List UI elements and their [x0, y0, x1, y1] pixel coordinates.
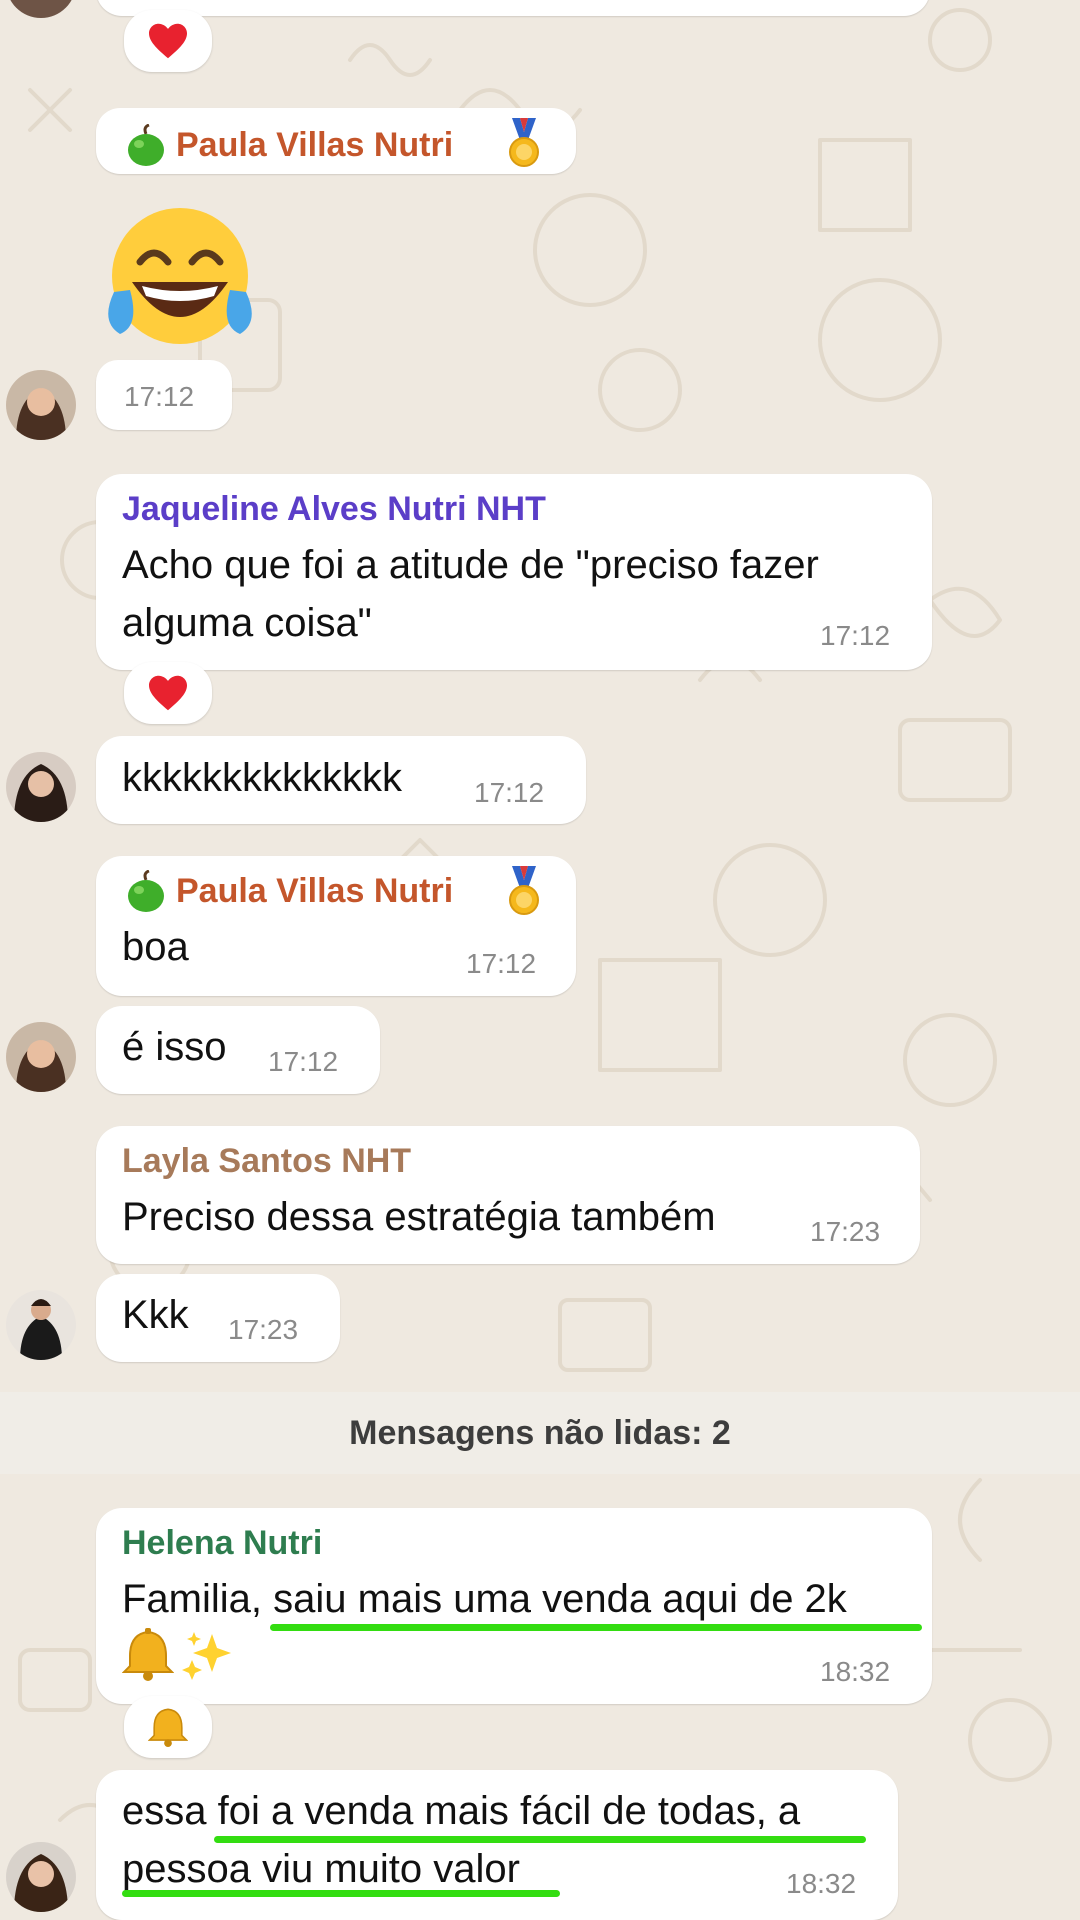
message-text: kkkkkkkkkkkkkk: [122, 756, 402, 800]
bell-reaction-icon: [148, 1708, 188, 1747]
highlight-underline: [122, 1890, 560, 1897]
apple-icon: [128, 124, 164, 166]
message-time: 18:32: [786, 1868, 857, 1899]
message-time: 17:23: [810, 1216, 881, 1247]
message-text: é isso: [122, 1025, 227, 1069]
message-text-line-1: Acho que foi a atitude de "preciso fazer: [122, 543, 819, 587]
highlight-underline: [270, 1624, 922, 1631]
avatar[interactable]: [6, 1022, 76, 1092]
unread-label: Mensagens não lidas: 2: [349, 1413, 731, 1452]
sender-name: Paula Villas Nutri: [176, 126, 454, 164]
sender-name: Helena Nutri: [122, 1524, 323, 1562]
sender-name: Paula Villas Nutri: [176, 872, 454, 910]
sparkles-emoji: [182, 1632, 231, 1680]
apple-icon: [128, 870, 164, 912]
unread-messages-divider: Mensagens não lidas: 2: [0, 1392, 1080, 1474]
message-text: Preciso dessa estratégia também: [122, 1195, 716, 1239]
sender-name: Jaqueline Alves Nutri NHT: [122, 490, 546, 528]
message-time: 18:32: [820, 1656, 891, 1687]
message-time: 17:12: [820, 620, 891, 651]
avatar[interactable]: [6, 1842, 76, 1912]
message-time: 17:12: [466, 948, 537, 979]
message-time: 17:12: [474, 777, 545, 808]
reaction-badge[interactable]: [124, 1696, 212, 1758]
message-text-line-2: alguma coisa": [122, 601, 372, 645]
avatar[interactable]: [6, 370, 76, 440]
heart-reaction-icon: [149, 23, 187, 59]
medal-icon: [509, 866, 539, 915]
message-text-line-1: essa foi a venda mais fácil de todas, a: [122, 1789, 801, 1833]
message-time: 17:23: [228, 1314, 299, 1345]
partial-message-bubble[interactable]: [96, 0, 930, 16]
laughing-tears-emoji: [108, 208, 252, 344]
avatar[interactable]: [6, 752, 76, 822]
reaction-badge[interactable]: [124, 10, 212, 72]
bell-emoji: [122, 1628, 174, 1681]
sender-name: Layla Santos NHT: [122, 1142, 412, 1180]
avatar[interactable]: [6, 1290, 76, 1360]
heart-reaction-icon: [149, 675, 187, 711]
message-text: Kkk: [122, 1293, 189, 1337]
message-text: boa: [122, 925, 189, 969]
avatar[interactable]: [6, 0, 76, 18]
message-time: 17:12: [124, 381, 195, 412]
medal-icon: [509, 118, 539, 167]
message-time: 17:12: [268, 1046, 339, 1077]
message-text-line-1: Familia, saiu mais uma venda aqui de 2k: [122, 1577, 847, 1621]
reaction-badge[interactable]: [124, 662, 212, 724]
